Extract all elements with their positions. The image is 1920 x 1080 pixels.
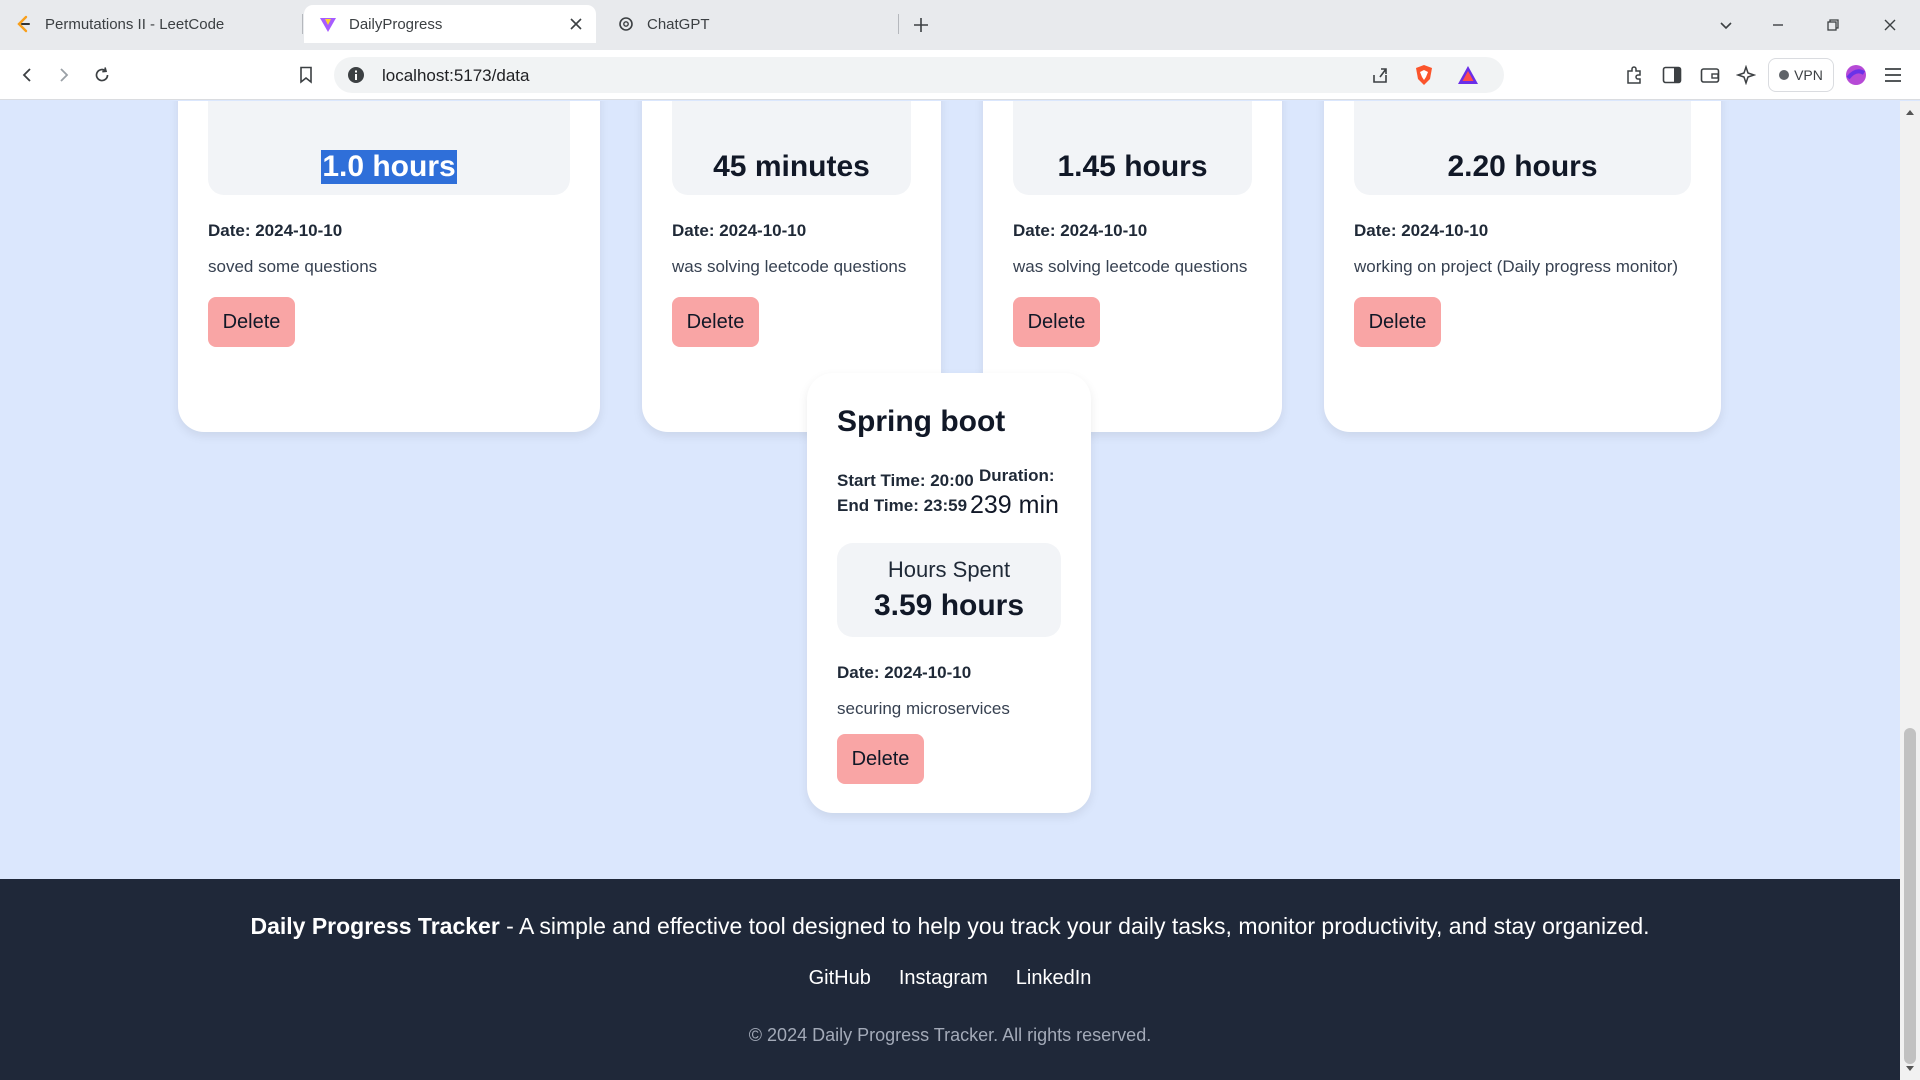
- site-footer: Daily Progress Tracker - A simple and ef…: [0, 879, 1900, 1080]
- tab-search-icon[interactable]: [1714, 13, 1738, 37]
- entry-date: Date: 2024-10-10: [1013, 221, 1148, 240]
- sidebar-icon[interactable]: [1660, 63, 1684, 87]
- url-text: localhost:5173/data: [382, 66, 530, 85]
- page-scrollbar[interactable]: [1900, 101, 1920, 1080]
- new-tab-icon[interactable]: [909, 13, 933, 37]
- tab-title: DailyProgress: [349, 15, 443, 33]
- reload-icon[interactable]: [90, 63, 114, 87]
- close-icon[interactable]: [566, 14, 586, 34]
- tab-leetcode[interactable]: Permutations II - LeetCode: [14, 5, 294, 43]
- linkedin-link[interactable]: LinkedIn: [1016, 967, 1092, 990]
- chatgpt-icon: [616, 14, 636, 34]
- start-time: Start Time: 20:00: [837, 471, 974, 490]
- leo-ai-icon[interactable]: [1734, 63, 1758, 87]
- address-bar[interactable]: localhost:5173/data: [334, 57, 1504, 93]
- browser-toolbar: localhost:5173/data VPN: [0, 50, 1920, 100]
- github-link[interactable]: GitHub: [809, 967, 871, 990]
- hours-value: 1.45 hours: [1057, 150, 1208, 183]
- footer-tagline: Daily Progress Tracker - A simple and ef…: [0, 913, 1900, 940]
- tab-divider: [302, 14, 303, 34]
- forward-icon[interactable]: [52, 63, 76, 87]
- duration-label: Duration:: [979, 466, 1055, 485]
- vpn-label: VPN: [1794, 67, 1823, 83]
- scrollbar-thumb[interactable]: [1904, 728, 1916, 1064]
- delete-button[interactable]: Delete: [837, 734, 924, 784]
- hours-spent-box: Hours Spent 3.59 hours: [837, 543, 1061, 637]
- tab-title: Permutations II - LeetCode: [45, 15, 225, 33]
- hours-spent-box: 1.0 hours: [208, 101, 570, 195]
- entry-description: securing microservices: [837, 699, 1010, 718]
- hours-value: 2.20 hours: [1447, 150, 1598, 183]
- tab-chatgpt[interactable]: ChatGPT: [616, 5, 896, 43]
- tab-divider: [898, 14, 899, 34]
- back-icon[interactable]: [15, 63, 39, 87]
- delete-button[interactable]: Delete: [672, 297, 759, 347]
- entry-description: was solving leetcode questions: [1013, 257, 1248, 276]
- progress-card-spring-boot: Spring boot Start Time: 20:00 End Time: …: [807, 373, 1091, 813]
- bookmark-icon[interactable]: [294, 63, 318, 87]
- scroll-down-icon[interactable]: [1904, 1063, 1916, 1075]
- vpn-status-icon: [1779, 70, 1790, 80]
- delete-button[interactable]: Delete: [1013, 297, 1100, 347]
- vite-icon: [318, 14, 338, 34]
- hours-spent-label: Hours Spent: [887, 557, 1011, 582]
- instagram-link[interactable]: Instagram: [899, 967, 988, 990]
- tab-strip: Permutations II - LeetCode DailyProgress…: [0, 0, 1920, 50]
- entry-date: Date: 2024-10-10: [1354, 221, 1489, 240]
- duration-value: 239 min: [970, 491, 1059, 519]
- end-time: End Time: 23:59: [837, 496, 968, 515]
- extensions-icon[interactable]: [1622, 63, 1646, 87]
- menu-icon[interactable]: [1881, 63, 1905, 87]
- tab-title: ChatGPT: [647, 15, 710, 33]
- hours-value: 1.0 hours: [321, 150, 457, 184]
- footer-links: GitHub Instagram LinkedIn: [0, 967, 1900, 990]
- window-close-icon[interactable]: [1878, 13, 1902, 37]
- entry-date: Date: 2024-10-10: [208, 221, 343, 240]
- progress-card: 2.20 hours Date: 2024-10-10 working on p…: [1324, 101, 1721, 432]
- hours-value: 45 minutes: [713, 150, 870, 183]
- footer-brand: Daily Progress Tracker: [250, 913, 500, 939]
- brave-rewards-icon[interactable]: [1456, 63, 1480, 87]
- entry-description: soved some questions: [208, 257, 378, 276]
- minimize-icon[interactable]: [1766, 13, 1790, 37]
- vpn-button[interactable]: VPN: [1768, 58, 1834, 92]
- hours-value: 3.59 hours: [873, 589, 1025, 622]
- leetcode-icon: [14, 14, 34, 34]
- tab-dailyprogress[interactable]: DailyProgress: [304, 5, 596, 43]
- brave-shields-icon[interactable]: [1412, 63, 1436, 87]
- scroll-up-icon[interactable]: [1904, 106, 1916, 118]
- share-icon[interactable]: [1368, 63, 1392, 87]
- site-info-icon[interactable]: [344, 63, 368, 87]
- hours-spent-box: 1.45 hours: [1013, 101, 1252, 195]
- restore-icon[interactable]: [1821, 13, 1845, 37]
- footer-description: - A simple and effective tool designed t…: [499, 913, 1650, 939]
- copyright-text: © 2024 Daily Progress Tracker. All right…: [748, 1025, 1152, 1045]
- delete-button[interactable]: Delete: [208, 297, 295, 347]
- hours-spent-box: 45 minutes: [672, 101, 911, 195]
- hours-spent-box: 2.20 hours: [1354, 101, 1691, 195]
- card-title: Spring boot: [837, 405, 1006, 438]
- profile-avatar-icon[interactable]: [1844, 63, 1868, 87]
- progress-card: 1.0 hours Date: 2024-10-10 soved some qu…: [178, 101, 600, 432]
- wallet-icon[interactable]: [1698, 63, 1722, 87]
- delete-button[interactable]: Delete: [1354, 297, 1441, 347]
- entry-description: working on project (Daily progress monit…: [1354, 257, 1679, 276]
- entry-date: Date: 2024-10-10: [837, 663, 972, 682]
- entry-date: Date: 2024-10-10: [672, 221, 807, 240]
- page-viewport: 1.0 hours Date: 2024-10-10 soved some qu…: [0, 101, 1900, 1080]
- entry-description: was solving leetcode questions: [672, 257, 907, 276]
